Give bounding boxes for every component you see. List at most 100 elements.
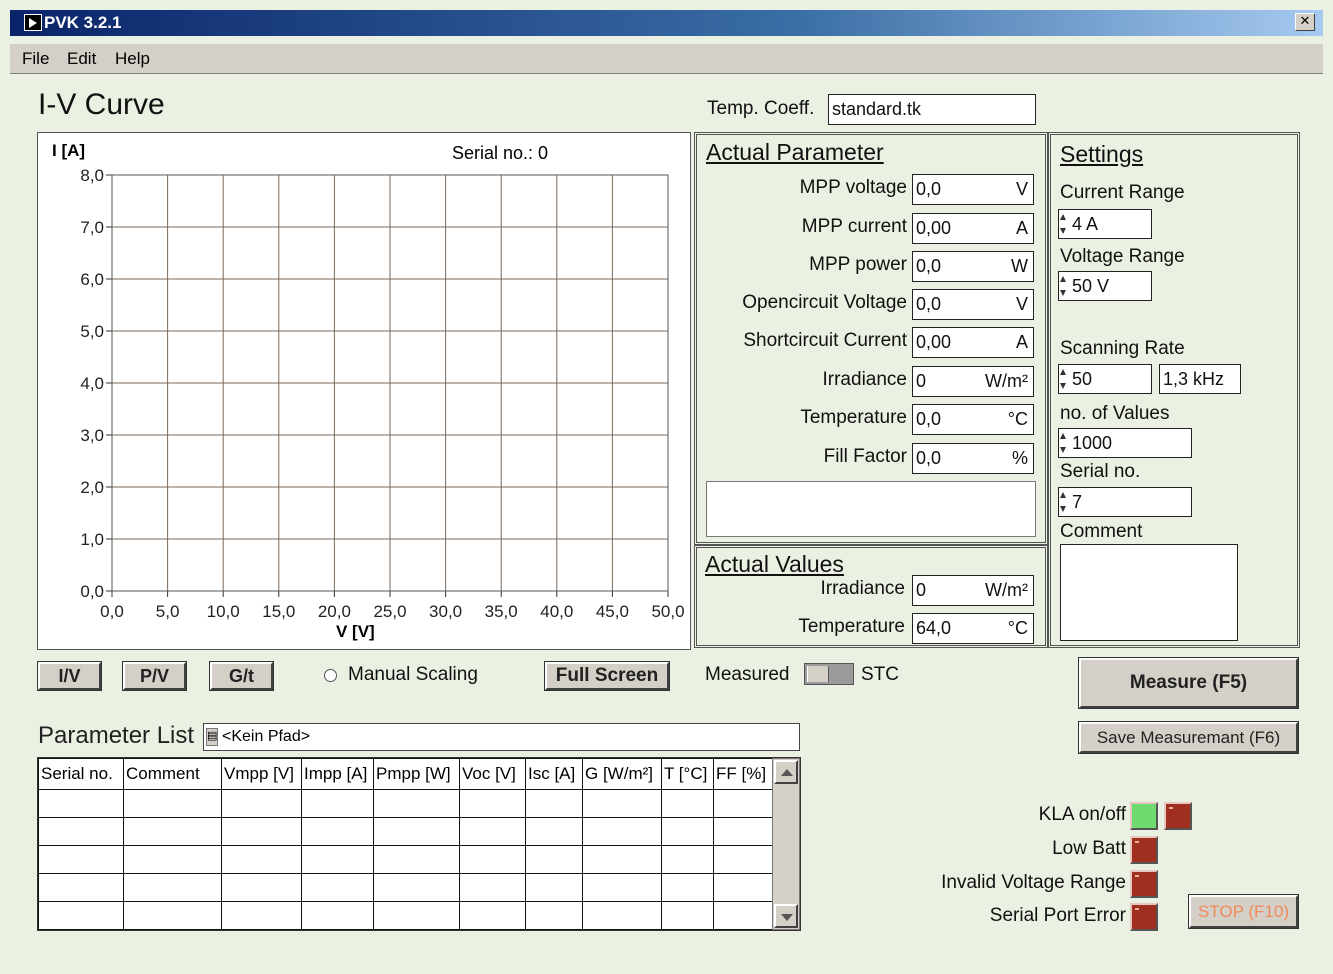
column-header[interactable]: Voc [V] — [459, 758, 526, 790]
save-measurement-button[interactable]: Save Measuremant (F6) — [1078, 721, 1299, 754]
current-range-select[interactable]: 4 A — [1058, 209, 1152, 239]
table-cell[interactable] — [459, 789, 526, 818]
table-row[interactable] — [38, 845, 773, 874]
table-cell[interactable] — [38, 845, 124, 874]
table-cell[interactable] — [221, 845, 302, 874]
table-cell[interactable] — [221, 817, 302, 846]
scroll-up-icon[interactable] — [774, 760, 798, 784]
table-cell[interactable] — [373, 789, 460, 818]
table-cell[interactable] — [525, 789, 583, 818]
column-header[interactable]: Pmpp [W] — [373, 758, 460, 790]
path-value: <Kein Pfad> — [222, 728, 311, 745]
scroll-down-icon[interactable] — [774, 904, 798, 928]
pv-button[interactable]: P/V — [122, 661, 187, 691]
spinner-icon[interactable] — [1059, 210, 1068, 238]
table-cell[interactable] — [459, 817, 526, 846]
table-cell[interactable] — [661, 873, 714, 902]
kla-led-green[interactable] — [1130, 802, 1158, 830]
table-cell[interactable] — [38, 873, 124, 902]
column-header[interactable]: FF [%] — [713, 758, 773, 790]
table-cell[interactable] — [123, 789, 222, 818]
column-header[interactable]: G [W/m²] — [582, 758, 662, 790]
table-cell[interactable] — [525, 845, 583, 874]
table-cell[interactable] — [123, 901, 222, 930]
table-cell[interactable] — [661, 789, 714, 818]
table-cell[interactable] — [123, 873, 222, 902]
table-cell[interactable] — [301, 845, 374, 874]
table-cell[interactable] — [301, 817, 374, 846]
table-cell[interactable] — [38, 789, 124, 818]
table-cell[interactable] — [582, 901, 662, 930]
full-screen-button[interactable]: Full Screen — [544, 661, 670, 691]
measure-button[interactable]: Measure (F5) — [1078, 657, 1299, 709]
table-cell[interactable] — [582, 873, 662, 902]
path-field[interactable]: ▤ <Kein Pfad> — [203, 723, 800, 751]
num-values-input[interactable]: 1000 — [1058, 428, 1192, 458]
menu-file[interactable]: File — [22, 49, 49, 69]
spinner-icon[interactable] — [1059, 488, 1068, 516]
table-cell[interactable] — [582, 789, 662, 818]
column-header[interactable]: T [°C] — [661, 758, 714, 790]
column-header[interactable]: Vmpp [V] — [221, 758, 302, 790]
manual-scaling-radio[interactable] — [324, 669, 337, 682]
table-row[interactable] — [38, 817, 773, 846]
temp-coeff-field[interactable]: standard.tk — [828, 94, 1036, 125]
menu-help[interactable]: Help — [115, 49, 150, 69]
table-cell[interactable] — [221, 789, 302, 818]
table-cell[interactable] — [661, 845, 714, 874]
table-cell[interactable] — [525, 817, 583, 846]
table-cell[interactable] — [713, 789, 773, 818]
table-cell[interactable] — [123, 845, 222, 874]
table-cell[interactable] — [221, 901, 302, 930]
close-button[interactable]: ✕ — [1295, 13, 1315, 31]
table-cell[interactable] — [301, 873, 374, 902]
table-cell[interactable] — [301, 789, 374, 818]
table-cell[interactable] — [582, 845, 662, 874]
comment-input[interactable] — [1060, 544, 1238, 641]
table-cell[interactable] — [301, 901, 374, 930]
table-cell[interactable] — [713, 845, 773, 874]
scanning-rate-input[interactable]: 50 — [1058, 364, 1152, 394]
folder-path-icon[interactable]: ▤ — [206, 728, 218, 746]
table-cell[interactable] — [459, 901, 526, 930]
spinner-icon[interactable] — [1059, 272, 1068, 300]
table-cell[interactable] — [713, 873, 773, 902]
spinner-icon[interactable] — [1059, 365, 1068, 393]
table-cell[interactable] — [221, 873, 302, 902]
kla-led-red[interactable] — [1164, 802, 1192, 830]
column-header[interactable]: Comment — [123, 758, 222, 790]
table-cell[interactable] — [525, 901, 583, 930]
table-cell[interactable] — [713, 901, 773, 930]
table-row[interactable] — [38, 789, 773, 818]
table-cell[interactable] — [713, 817, 773, 846]
stop-button[interactable]: STOP (F10) — [1188, 894, 1299, 929]
table-cell[interactable] — [373, 817, 460, 846]
table-scrollbar[interactable] — [772, 758, 800, 930]
table-cell[interactable] — [38, 817, 124, 846]
table-cell[interactable] — [373, 873, 460, 902]
num-values-label: no. of Values — [1060, 403, 1170, 424]
gt-button[interactable]: G/t — [209, 661, 274, 691]
table-cell[interactable] — [661, 817, 714, 846]
table-cell[interactable] — [525, 873, 583, 902]
table-row[interactable] — [38, 901, 773, 930]
spinner-icon[interactable] — [1059, 429, 1068, 457]
table-row[interactable] — [38, 873, 773, 902]
measured-stc-toggle[interactable] — [804, 663, 854, 685]
serial-no-input[interactable]: 7 — [1058, 487, 1192, 517]
table-cell[interactable] — [123, 817, 222, 846]
x-tick-label: 40,0 — [540, 602, 573, 621]
table-cell[interactable] — [459, 873, 526, 902]
column-header[interactable]: Impp [A] — [301, 758, 374, 790]
iv-button[interactable]: I/V — [37, 661, 102, 691]
table-cell[interactable] — [373, 901, 460, 930]
menu-edit[interactable]: Edit — [67, 49, 96, 69]
column-header[interactable]: Serial no. — [38, 758, 124, 790]
table-cell[interactable] — [582, 817, 662, 846]
table-cell[interactable] — [459, 845, 526, 874]
table-cell[interactable] — [38, 901, 124, 930]
voltage-range-select[interactable]: 50 V — [1058, 271, 1152, 301]
column-header[interactable]: Isc [A] — [525, 758, 583, 790]
table-cell[interactable] — [661, 901, 714, 930]
table-cell[interactable] — [373, 845, 460, 874]
